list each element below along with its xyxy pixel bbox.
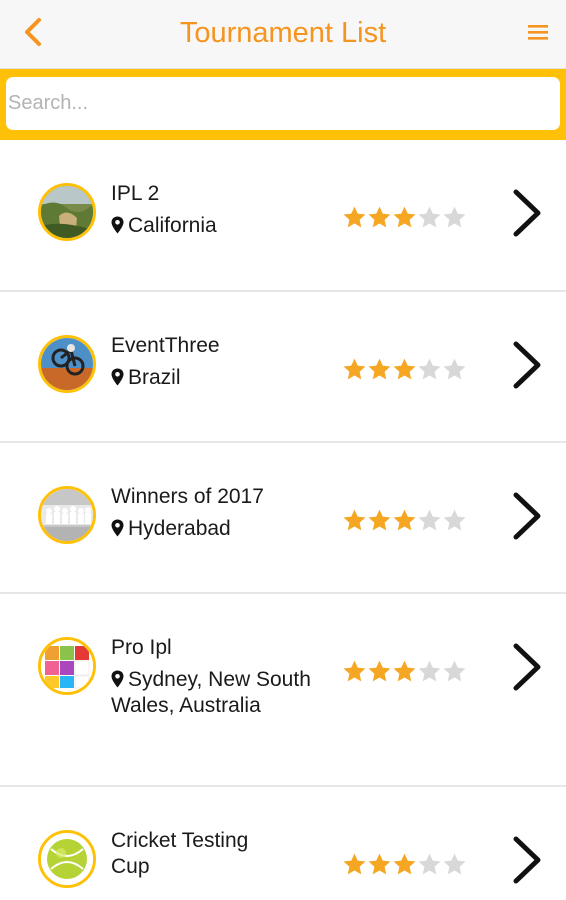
rating-stars — [342, 659, 467, 684]
tournament-list: IPL 2 California EventThree Brazil Winners o… — [0, 140, 566, 900]
tournament-info: Winners of 2017 Hyderabad — [111, 484, 321, 542]
tournament-location-text: Sydney, New South Wales, Australia — [111, 668, 311, 717]
tournament-info: IPL 2 California — [111, 181, 321, 239]
tournament-avatar — [38, 830, 96, 888]
location-pin-icon — [111, 519, 124, 537]
hamburger-menu-icon — [528, 25, 548, 40]
app-screen: Tournament List IPL 2 California EventThre… — [0, 0, 566, 900]
tournament-avatar — [38, 637, 96, 695]
page-title: Tournament List — [179, 17, 387, 49]
star-filled-icon — [393, 853, 416, 875]
tournament-avatar — [38, 335, 96, 393]
star-empty-icon — [443, 853, 466, 875]
tournament-info: Cricket Testing Cup — [111, 828, 321, 880]
tournament-name: Pro Ipl — [111, 636, 172, 659]
star-filled-icon — [343, 509, 366, 531]
chevron-right-icon[interactable] — [510, 188, 544, 238]
tournament-row[interactable]: IPL 2 California — [0, 140, 566, 292]
star-filled-icon — [368, 660, 391, 682]
tournament-row[interactable]: EventThree Brazil — [0, 292, 566, 443]
star-filled-icon — [368, 509, 391, 531]
star-filled-icon — [343, 660, 366, 682]
location-pin-icon — [111, 368, 124, 386]
tournament-location: Hyderabad — [111, 516, 321, 542]
chevron-right-icon[interactable] — [510, 642, 544, 692]
star-filled-icon — [343, 358, 366, 380]
location-pin-icon — [111, 670, 124, 688]
tournament-avatar — [38, 183, 96, 241]
chevron-right-icon[interactable] — [510, 835, 544, 885]
star-empty-icon — [443, 358, 466, 380]
star-filled-icon — [393, 660, 416, 682]
tournament-info: EventThree Brazil — [111, 333, 321, 391]
star-filled-icon — [368, 358, 391, 380]
top-app-bar: Tournament List — [0, 0, 566, 69]
menu-button[interactable] — [524, 18, 552, 46]
tournament-location: Brazil — [111, 365, 321, 391]
tournament-name: Cricket Testing Cup — [111, 829, 249, 878]
rating-stars — [342, 357, 467, 382]
star-filled-icon — [393, 206, 416, 228]
tournament-location: California — [111, 213, 321, 239]
search-bar — [0, 69, 566, 140]
search-input[interactable] — [6, 77, 560, 130]
star-filled-icon — [393, 509, 416, 531]
tournament-location-text: Brazil — [128, 366, 181, 389]
tournament-name: Winners of 2017 — [111, 485, 264, 508]
star-filled-icon — [343, 853, 366, 875]
star-filled-icon — [368, 206, 391, 228]
star-empty-icon — [418, 206, 441, 228]
star-filled-icon — [343, 206, 366, 228]
location-pin-icon — [111, 216, 124, 234]
rating-stars — [342, 508, 467, 533]
rating-stars — [342, 852, 467, 877]
tournament-row[interactable]: Winners of 2017 Hyderabad — [0, 443, 566, 594]
star-empty-icon — [418, 509, 441, 531]
rating-stars — [342, 205, 467, 230]
tournament-name: EventThree — [111, 334, 220, 357]
star-empty-icon — [418, 660, 441, 682]
tournament-location-text: California — [128, 214, 217, 237]
tournament-name: IPL 2 — [111, 182, 160, 205]
tournament-location: Sydney, New South Wales, Australia — [111, 667, 321, 719]
star-empty-icon — [443, 509, 466, 531]
tournament-row[interactable]: Pro Ipl Sydney, New South Wales, Australi… — [0, 594, 566, 787]
star-filled-icon — [393, 358, 416, 380]
tournament-avatar — [38, 486, 96, 544]
chevron-right-icon[interactable] — [510, 340, 544, 390]
tournament-info: Pro Ipl Sydney, New South Wales, Australi… — [111, 635, 321, 719]
star-empty-icon — [443, 660, 466, 682]
star-empty-icon — [443, 206, 466, 228]
star-empty-icon — [418, 853, 441, 875]
star-filled-icon — [368, 853, 391, 875]
star-empty-icon — [418, 358, 441, 380]
chevron-right-icon[interactable] — [510, 491, 544, 541]
tournament-row[interactable]: Cricket Testing Cup — [0, 787, 566, 900]
tournament-location-text: Hyderabad — [128, 517, 231, 540]
